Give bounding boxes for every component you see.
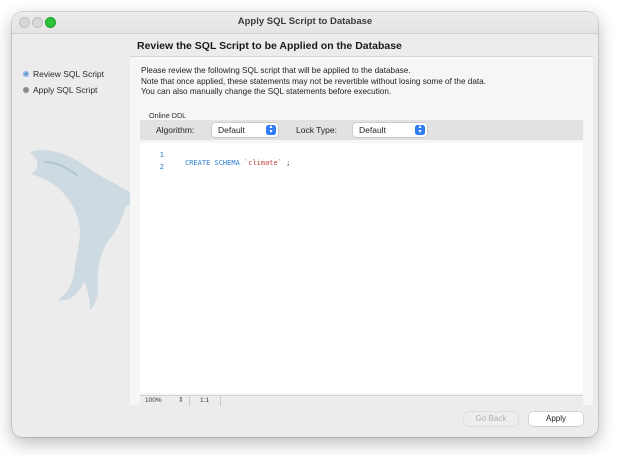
- step-pending-icon: [23, 87, 29, 93]
- algorithm-select[interactable]: Default ▴ ▾: [212, 123, 278, 137]
- line-number: 2: [159, 163, 164, 171]
- zoom-stepper-icon[interactable]: ⇕: [178, 396, 184, 404]
- online-ddl-label: Online DDL: [149, 111, 187, 120]
- sql-editor[interactable]: 1 CREATE SCHEMA `climate` ; 2: [140, 143, 583, 393]
- code-line: 2: [140, 155, 174, 179]
- lock-type-select[interactable]: Default ▴ ▾: [353, 123, 427, 137]
- lock-type-value: Default: [359, 125, 386, 135]
- step-label: Review SQL Script: [33, 69, 105, 79]
- select-arrows-icon: ▴ ▾: [266, 124, 276, 135]
- instructions: Please review the following SQL script t…: [141, 66, 486, 98]
- divider: [189, 396, 190, 406]
- wizard-sidebar: Review SQL Script Apply SQL Script: [12, 34, 146, 437]
- step-review-sql-script: Review SQL Script: [23, 69, 104, 79]
- sql-punctuation: ;: [281, 159, 291, 167]
- lock-type-label: Lock Type:: [296, 125, 337, 135]
- select-arrows-icon: ▴ ▾: [415, 124, 425, 135]
- code-text: CREATE SCHEMA `climate` ;: [185, 159, 290, 167]
- online-ddl-options: Algorithm: Default ▴ ▾ Lock Type: Default…: [140, 120, 583, 140]
- zoom-level: 100%: [145, 397, 162, 404]
- algorithm-value: Default: [218, 125, 245, 135]
- title-bar: Apply SQL Script to Database: [12, 12, 598, 34]
- editor-status-bar: 100% ⇕ 1:1: [140, 395, 583, 406]
- algorithm-label: Algorithm:: [156, 125, 195, 135]
- apply-button[interactable]: Apply: [529, 412, 583, 426]
- instruction-line: Please review the following SQL script t…: [141, 66, 411, 75]
- cursor-position: 1:1: [200, 397, 210, 404]
- apply-sql-dialog: Apply SQL Script to Database Review SQL …: [12, 12, 598, 437]
- sql-keyword: CREATE SCHEMA: [185, 159, 240, 167]
- instruction-line: You can also manually change the SQL sta…: [141, 87, 392, 96]
- instruction-line: Note that once applied, these statements…: [141, 76, 486, 86]
- page-title: Review the SQL Script to be Applied on t…: [137, 40, 402, 52]
- step-active-icon: [23, 71, 29, 77]
- sql-identifier: `climate`: [244, 159, 282, 167]
- window-title: Apply SQL Script to Database: [237, 16, 373, 27]
- review-panel: Please review the following SQL script t…: [130, 56, 593, 406]
- step-apply-sql-script: Apply SQL Script: [23, 85, 97, 95]
- divider: [220, 396, 221, 406]
- step-label: Apply SQL Script: [33, 85, 98, 95]
- go-back-button[interactable]: Go Back: [464, 412, 518, 426]
